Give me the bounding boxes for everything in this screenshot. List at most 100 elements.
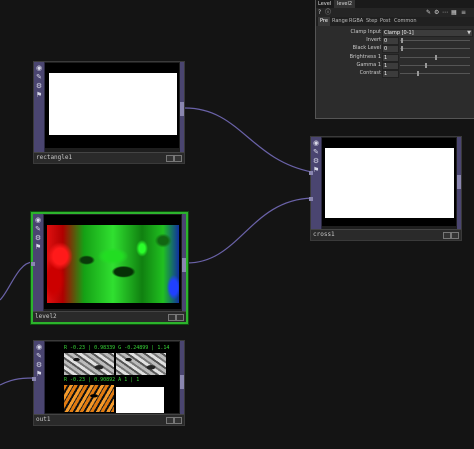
black-level-field[interactable]: 0 <box>382 45 399 53</box>
dots-icon[interactable]: ⋯ <box>442 8 448 17</box>
pencil-icon[interactable]: ✎ <box>426 8 431 17</box>
panel-toolbar: ? ⓘ ✎ ⚙ ⋯ ▦ ≡ <box>316 8 474 17</box>
contrast-slider-handle[interactable] <box>417 71 419 76</box>
viewer-icon[interactable]: ◉ <box>35 64 43 72</box>
output-port[interactable] <box>180 375 184 389</box>
flag-icon[interactable]: ⚑ <box>35 91 43 99</box>
pixel-readout-top: R -0.23 | 0.98339 G -0.24899 | 1.14 <box>64 345 170 351</box>
input-port-2[interactable] <box>309 197 313 201</box>
input-port-1[interactable] <box>309 171 313 175</box>
gamma-slider[interactable] <box>400 65 470 66</box>
viewer-icon[interactable]: ◉ <box>34 216 42 224</box>
panel-op-name[interactable]: level2 <box>334 0 356 8</box>
node-out1[interactable]: ◉ ✎ ⚙ ⚑ R -0.23 | 0.98339 G -0.24899 | 1… <box>32 340 185 426</box>
flag-icon[interactable]: ⚑ <box>312 166 320 174</box>
node-level2[interactable]: ◉ ✎ ⚙ ⚑ level2 <box>31 212 188 324</box>
output-port[interactable] <box>182 258 186 272</box>
output-connector[interactable] <box>180 62 184 152</box>
viewer-icon[interactable]: ◉ <box>312 139 320 147</box>
bypass-toggle[interactable] <box>166 417 174 424</box>
node-name[interactable]: level2 <box>35 312 57 322</box>
node-namebar: out1 <box>34 414 184 425</box>
brightness-field[interactable]: 1 <box>382 54 399 62</box>
viewer-toggle[interactable] <box>176 314 184 321</box>
flag-icon[interactable]: ⚑ <box>34 243 42 251</box>
help-icon[interactable]: ? <box>318 8 321 17</box>
panel-op-type: Level <box>318 1 332 7</box>
node-viewer[interactable]: R -0.23 | 0.98339 G -0.24899 | 1.14 R -0… <box>45 342 179 413</box>
preview-tile-white <box>116 387 164 413</box>
viewer-toggle[interactable] <box>174 417 182 424</box>
tab-pre[interactable]: Pre <box>318 17 330 26</box>
viewer-toggle[interactable] <box>451 232 459 239</box>
output-port[interactable] <box>457 175 461 189</box>
tab-step[interactable]: Step <box>366 17 377 26</box>
node-namebar: cross1 <box>311 229 461 240</box>
viewer-toggle[interactable] <box>174 155 182 162</box>
gear-icon[interactable]: ⚙ <box>35 361 43 369</box>
gamma-slider-handle[interactable] <box>425 63 427 68</box>
invert-slider-handle[interactable] <box>401 38 403 43</box>
preview-tile-gray <box>64 353 114 375</box>
chevron-down-icon: ▼ <box>467 30 471 36</box>
panel-header: Level level2 <box>316 0 474 8</box>
wire-left-to-level2 <box>0 261 34 301</box>
gamma-label: Gamma 1 <box>356 62 381 68</box>
tab-range[interactable]: Range <box>332 17 348 26</box>
node-sidebar: ◉ ✎ ⚙ ⚑ <box>34 62 45 152</box>
clamp-input-value: Clamp [0-1] <box>384 30 414 36</box>
menu-icon[interactable]: ≡ <box>461 8 466 17</box>
invert-label: Invert <box>366 37 381 43</box>
contrast-field[interactable]: 1 <box>382 70 399 78</box>
node-cross1[interactable]: ◉ ✎ ⚙ ⚑ cross1 <box>309 136 462 241</box>
pencil-icon[interactable]: ✎ <box>34 225 42 233</box>
node-sidebar: ◉ ✎ ⚙ ⚑ <box>311 137 322 229</box>
invert-slider[interactable] <box>400 40 470 41</box>
brightness-slider-handle[interactable] <box>435 55 437 60</box>
tab-post[interactable]: Post <box>380 17 390 26</box>
contrast-slider[interactable] <box>400 73 470 74</box>
node-name[interactable]: out1 <box>36 415 50 425</box>
parameter-panel: Level level2 ? ⓘ ✎ ⚙ ⋯ ▦ ≡ Pre Range RGB… <box>315 0 474 119</box>
bypass-toggle[interactable] <box>166 155 174 162</box>
tab-common[interactable]: Common <box>394 17 417 26</box>
contrast-label: Contrast <box>359 70 381 76</box>
gear-icon[interactable]: ⚙ <box>312 157 320 165</box>
gear-icon[interactable]: ⚙ <box>34 234 42 242</box>
bypass-toggle[interactable] <box>443 232 451 239</box>
viewer-icon[interactable]: ◉ <box>35 343 43 351</box>
output-connector[interactable] <box>180 341 184 414</box>
node-name[interactable]: cross1 <box>313 230 335 240</box>
input-port[interactable] <box>31 262 35 266</box>
output-connector[interactable] <box>182 214 186 311</box>
black-level-slider-handle[interactable] <box>401 46 403 51</box>
tab-rgba[interactable]: RGBA <box>349 17 363 26</box>
node-viewer[interactable] <box>322 138 456 226</box>
layout-icon[interactable]: ▦ <box>451 8 457 17</box>
flag-icon[interactable]: ⚑ <box>35 370 43 378</box>
wire-level2-to-cross1 <box>186 197 313 264</box>
node-name[interactable]: rectangle1 <box>36 153 72 163</box>
output-port[interactable] <box>180 102 184 116</box>
info-icon[interactable]: ⓘ <box>325 8 331 17</box>
node-viewer[interactable] <box>44 215 181 309</box>
output-connector[interactable] <box>457 137 461 229</box>
clamp-input-label: Clamp Input <box>350 29 381 35</box>
gear-icon[interactable]: ⚙ <box>434 8 439 17</box>
gear-icon[interactable]: ⚙ <box>35 82 43 90</box>
pixel-readout-mid: R -0.23 | 0.90892 A 1 | 1 <box>64 377 140 383</box>
pencil-icon[interactable]: ✎ <box>35 73 43 81</box>
black-level-label: Black Level <box>352 45 381 51</box>
node-rectangle1[interactable]: ◉ ✎ ⚙ ⚑ rectangle1 <box>33 61 185 164</box>
node-viewer[interactable] <box>45 63 179 148</box>
black-level-slider[interactable] <box>400 48 470 49</box>
input-port[interactable] <box>32 377 36 381</box>
gamma-field[interactable]: 1 <box>382 62 399 70</box>
clamp-input-dropdown[interactable]: Clamp [0-1] ▼ <box>382 29 473 37</box>
invert-field[interactable]: 0 <box>382 37 399 45</box>
bypass-toggle[interactable] <box>168 314 176 321</box>
pencil-icon[interactable]: ✎ <box>312 148 320 156</box>
pencil-icon[interactable]: ✎ <box>35 352 43 360</box>
wire-rectangle1-to-cross1 <box>184 107 313 173</box>
preview-tile-gray-2 <box>116 353 166 375</box>
